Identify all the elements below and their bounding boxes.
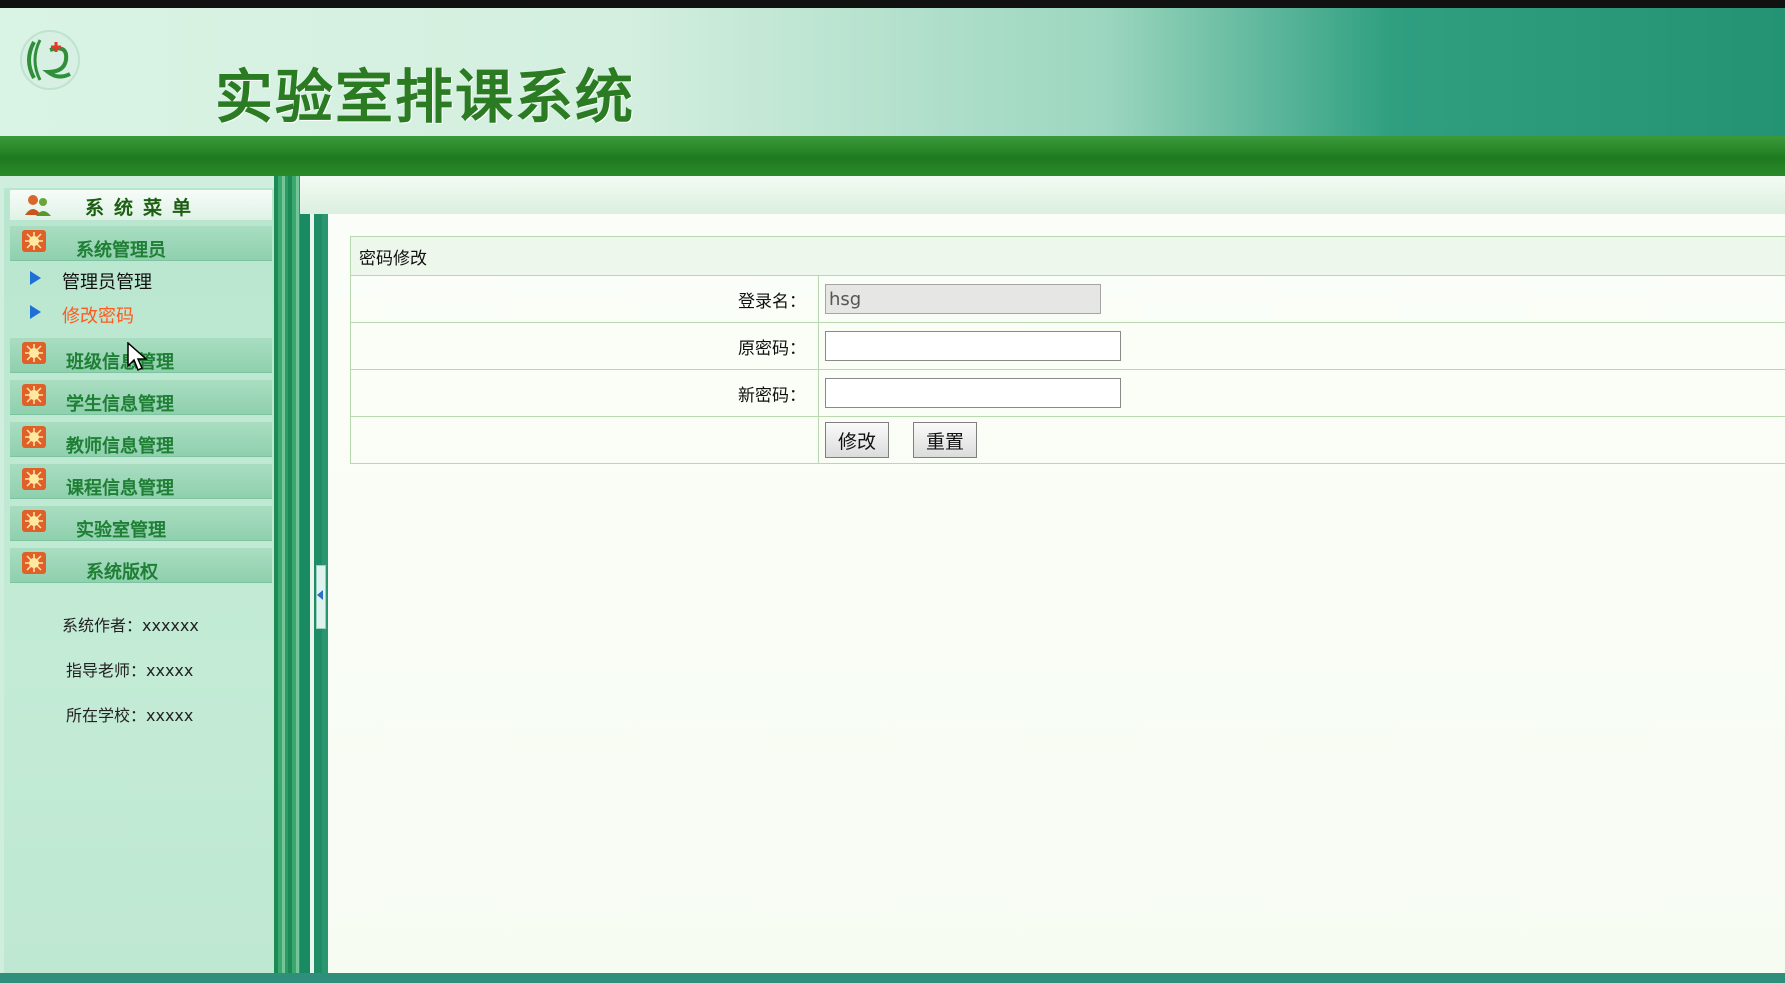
login-name-label: 登录名：	[350, 275, 819, 323]
sidebar-item-label: 修改密码	[62, 306, 134, 327]
header-banner: 实验室排课系统	[0, 8, 1785, 136]
sidebar-section-lab-management[interactable]: 实验室管理	[10, 506, 272, 541]
old-password-label: 原密码：	[350, 322, 819, 370]
sidebar-section-label: 系统版权	[86, 562, 158, 583]
window-bottom-border	[0, 973, 1785, 983]
new-password-cell	[818, 369, 1785, 417]
menu-star-icon	[22, 426, 46, 448]
new-password-label: 新密码：	[350, 369, 819, 417]
menu-star-icon	[22, 230, 46, 252]
sidebar-section-system-admin[interactable]: 系统管理员	[10, 226, 272, 261]
sidebar-section-teacher-info[interactable]: 教师信息管理	[10, 422, 272, 457]
menu-star-icon	[22, 468, 46, 490]
new-password-input[interactable]	[825, 378, 1121, 408]
menu-star-icon	[22, 510, 46, 532]
header-green-bar	[0, 136, 1785, 176]
system-title: 实验室排课系统	[215, 63, 636, 131]
sidebar-item-change-password[interactable]: 修改密码	[10, 296, 272, 330]
sidebar-item-label: 管理员管理	[62, 272, 152, 293]
sidebar-edge	[274, 176, 300, 973]
change-password-form: 密码修改 登录名： 原密码： 新密码： 修改重置	[350, 236, 1785, 464]
sidebar-section-copyright[interactable]: 系统版权	[10, 548, 272, 583]
menu-star-icon	[22, 384, 46, 406]
sidebar-section-label: 实验室管理	[76, 520, 166, 541]
menu-star-icon	[22, 552, 46, 574]
sidebar-section-label: 班级信息管理	[66, 352, 174, 373]
form-caption: 密码修改	[350, 236, 1785, 276]
content-top-bar	[285, 176, 1785, 214]
sidebar-section-course-info[interactable]: 课程信息管理	[10, 464, 272, 499]
main-content: 密码修改 登录名： 原密码： 新密码： 修改重置	[328, 214, 1785, 973]
mouse-cursor-icon	[127, 342, 148, 372]
collapse-arrow-icon	[317, 590, 323, 600]
menu-header: 系统菜单	[10, 190, 272, 220]
play-arrow-icon	[30, 271, 41, 285]
buttons-cell: 修改 重置	[818, 416, 1785, 464]
sidebar-section-label: 学生信息管理	[66, 394, 174, 415]
copyright-school: 所在学校：xxxxx	[66, 706, 194, 725]
buttons-label-cell	[350, 416, 819, 464]
system-logo-icon	[20, 30, 80, 90]
copyright-teacher: 指导老师：xxxxx	[66, 661, 194, 680]
sidebar-item-admin-management[interactable]: 管理员管理	[10, 262, 272, 296]
sidebar-section-student-info[interactable]: 学生信息管理	[10, 380, 272, 415]
sidebar-section-label: 系统管理员	[76, 240, 166, 261]
submit-button[interactable]: 修改	[825, 422, 890, 458]
reset-button[interactable]: 重置	[913, 422, 978, 458]
sidebar-section-label: 课程信息管理	[66, 478, 174, 499]
copyright-author: 系统作者：xxxxxx	[62, 616, 199, 635]
window-top-border	[0, 0, 1785, 8]
login-name-cell	[818, 275, 1785, 323]
play-arrow-icon	[30, 305, 41, 319]
old-password-input[interactable]	[825, 331, 1121, 361]
users-icon	[25, 195, 51, 216]
sidebar: 系统菜单 系统管理员 管理员管理 修改密码 班级信息管理 学生信息管理 教师信息…	[0, 176, 300, 973]
old-password-cell	[818, 322, 1785, 370]
sidebar-section-label: 教师信息管理	[66, 436, 174, 457]
menu-title: 系统菜单	[85, 197, 202, 219]
login-name-input[interactable]	[825, 284, 1101, 314]
menu-star-icon	[22, 342, 46, 364]
